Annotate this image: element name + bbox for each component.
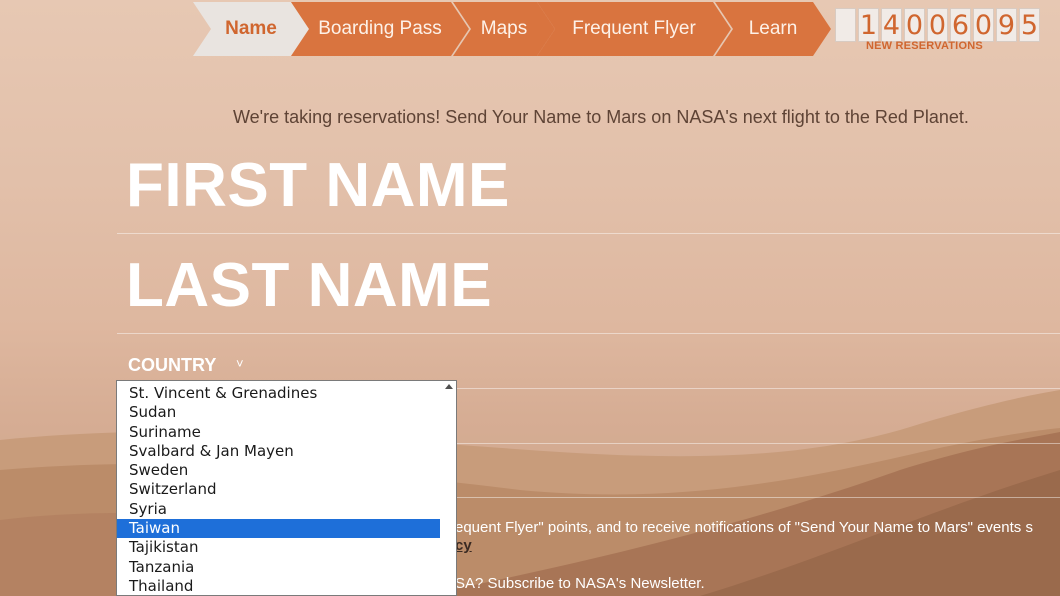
chevron-down-icon[interactable]: ˅: [236, 356, 244, 371]
country-options: St. Vincent & Grenadines Sudan Suriname …: [117, 384, 441, 595]
step-frequent-flyer[interactable]: Frequent Flyer: [537, 2, 731, 56]
country-option[interactable]: Sudan: [117, 403, 441, 422]
newsletter-text[interactable]: SA? Subscribe to NASA's Newsletter.: [455, 575, 705, 592]
country-select-label[interactable]: COUNTRY: [128, 355, 216, 376]
country-option[interactable]: St. Vincent & Grenadines: [117, 384, 441, 403]
counter-digit: 0: [927, 8, 948, 42]
step-label: Learn: [748, 18, 798, 39]
counter-digit: 5: [1019, 8, 1040, 42]
step-label: Boarding Pass: [318, 18, 442, 39]
counter-digit: 4: [881, 8, 902, 42]
counter-digit: 1: [858, 8, 879, 42]
divider: [117, 233, 1060, 234]
reservation-counter: 1 4 0 0 6 0 9 5: [835, 8, 1042, 42]
country-option[interactable]: Suriname: [117, 423, 441, 442]
country-option[interactable]: Thailand: [117, 577, 441, 595]
counter-digit: [835, 8, 856, 42]
last-name-field[interactable]: LAST NAME: [126, 250, 492, 321]
counter-digit: 0: [904, 8, 925, 42]
counter-digit: 0: [973, 8, 994, 42]
privacy-policy-link[interactable]: cy: [455, 537, 472, 554]
step-label: Maps: [480, 18, 528, 39]
country-option[interactable]: Syria: [117, 500, 441, 519]
country-option[interactable]: Tanzania: [117, 558, 441, 577]
country-option[interactable]: Switzerland: [117, 480, 441, 499]
counter-digit: 6: [950, 8, 971, 42]
dropdown-scrollbar[interactable]: [440, 381, 456, 595]
country-option[interactable]: Sweden: [117, 461, 441, 480]
tagline: We're taking reservations! Send Your Nam…: [233, 107, 969, 127]
counter-label: NEW RESERVATIONS: [866, 40, 983, 52]
country-option[interactable]: Tajikistan: [117, 538, 441, 557]
step-label: Frequent Flyer: [572, 18, 696, 39]
scroll-up-arrow-icon[interactable]: [445, 384, 453, 389]
step-label: Name: [225, 18, 277, 39]
country-option[interactable]: Svalbard & Jan Mayen: [117, 442, 441, 461]
first-name-field[interactable]: FIRST NAME: [126, 150, 510, 221]
consent-text: equent Flyer" points, and to receive not…: [455, 519, 1033, 536]
country-option-selected[interactable]: Taiwan: [117, 519, 441, 539]
counter-digit: 9: [996, 8, 1017, 42]
step-boarding-pass[interactable]: Boarding Pass: [291, 2, 469, 56]
country-dropdown[interactable]: St. Vincent & Grenadines Sudan Suriname …: [116, 380, 457, 596]
divider: [117, 333, 1060, 334]
